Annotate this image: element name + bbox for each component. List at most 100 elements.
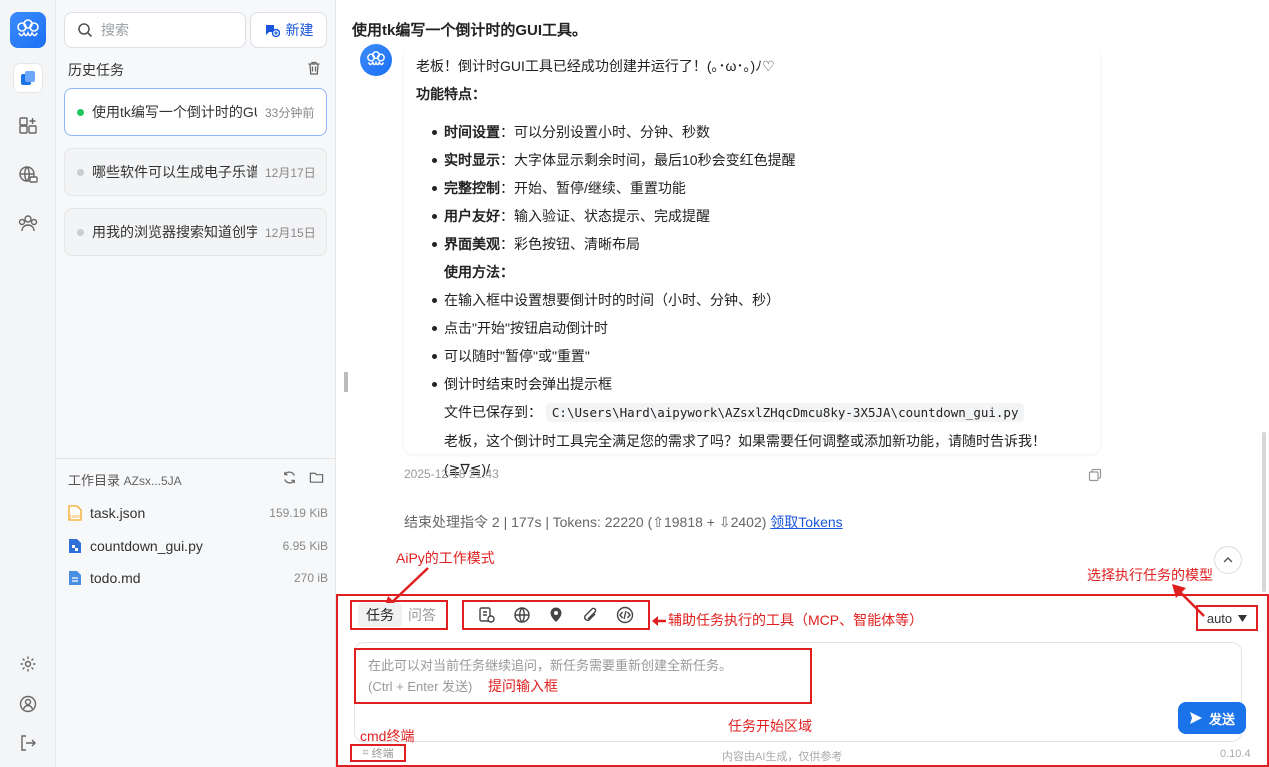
- folder-icon[interactable]: [309, 470, 324, 485]
- scrollbar[interactable]: [1262, 432, 1266, 592]
- python-file-icon: [69, 539, 81, 553]
- main-panel: 使用tk编写一个倒计时的GUI工具。 老板！倒计时GUI工具已经成功创建并运行了…: [336, 0, 1269, 767]
- send-shortcut-hint: (Ctrl + Enter 发送): [368, 679, 473, 694]
- logout-icon[interactable]: [14, 729, 42, 757]
- search-input[interactable]: 搜索: [64, 12, 246, 48]
- trash-icon[interactable]: [306, 60, 322, 79]
- app-version: 0.10.4: [1220, 748, 1251, 760]
- send-label: 发送: [1208, 711, 1235, 727]
- search-placeholder: 搜索: [101, 22, 129, 38]
- saved-label: 文件已保存到：: [444, 404, 542, 420]
- mode-qa-tab[interactable]: 问答: [408, 605, 436, 625]
- workdir-actions: [282, 470, 324, 485]
- history-item-title: 用我的浏览器搜索知道创宇: [92, 224, 257, 240]
- file-item[interactable]: todo.md 270 iB: [68, 567, 328, 589]
- location-tool-icon[interactable]: [547, 606, 565, 624]
- user-profile-icon[interactable]: [14, 690, 42, 718]
- web-tool-icon[interactable]: [513, 606, 531, 624]
- file-size: 159.19 KiB: [269, 506, 328, 520]
- status-dot: [77, 108, 84, 116]
- scroll-to-top-button[interactable]: [1214, 546, 1242, 574]
- sidebar: 搜索 新建 历史任务 使用tk编写一个倒计时的GUI工具。 33分钟前 哪些软件…: [56, 0, 336, 767]
- tool-bar: [462, 600, 650, 630]
- saved-path-line: 文件已保存到： C:\Users\Hard\aipywork\AZsxlZHqc…: [416, 398, 1088, 427]
- agents-icon[interactable]: [14, 209, 42, 237]
- workdir-label: 工作目录: [68, 473, 121, 488]
- send-icon: [1189, 712, 1202, 724]
- caret-down-icon: [1238, 614, 1248, 622]
- send-button[interactable]: 发送: [1178, 702, 1246, 734]
- json-file-icon: json: [68, 505, 82, 521]
- tasks-icon[interactable]: [14, 64, 42, 92]
- history-item-time: 33分钟前: [265, 105, 315, 120]
- mcp-tool-icon[interactable]: [478, 606, 496, 624]
- code-tool-icon[interactable]: [616, 606, 634, 624]
- divider: [56, 458, 336, 459]
- run-stats: 结束处理指令 2 | 177s | Tokens: 22220 (⇧19818 …: [404, 512, 843, 532]
- message-timestamp: 2025-12-18 21:43: [404, 467, 499, 481]
- mode-task-tab[interactable]: 任务: [358, 603, 402, 627]
- resize-handle[interactable]: [344, 372, 348, 392]
- model-select[interactable]: auto: [1196, 605, 1258, 631]
- list-item: 完整控制：开始、暂停/继续、重置功能: [416, 174, 1088, 202]
- list-item: 时间设置：可以分别设置小时、分钟、秒数: [416, 118, 1088, 146]
- list-item: 界面美观：彩色按钮、清晰布局: [416, 230, 1088, 258]
- history-item-title: 使用tk编写一个倒计时的GUI工具。: [92, 104, 257, 120]
- file-size: 6.95 KiB: [282, 539, 328, 553]
- history-item[interactable]: 哪些软件可以生成电子乐谱 12月17日: [64, 148, 327, 196]
- globe-icon[interactable]: [14, 161, 42, 189]
- usage-title: 使用方法：: [444, 264, 514, 280]
- markdown-file-icon: [69, 571, 81, 585]
- terminal-icon: ⌗: [362, 746, 369, 759]
- file-name: task.json: [90, 505, 146, 521]
- list-item: 点击"开始"按钮启动倒计时: [416, 314, 1088, 342]
- history-item[interactable]: 使用tk编写一个倒计时的GUI工具。 33分钟前: [64, 88, 327, 136]
- file-size: 270 iB: [293, 571, 328, 585]
- message-intro: 老板！倒计时GUI工具已经成功创建并运行了！(｡･ω･｡)ﾉ♡: [416, 58, 775, 74]
- history-item[interactable]: 用我的浏览器搜索知道创宇 12月15日: [64, 208, 327, 256]
- prompt-placeholder: 在此可以对当前任务继续追问，新任务需要重新创建全新任务。 (Ctrl + Ent…: [354, 648, 812, 704]
- workdir-title: 工作目录 AZsx...5JA: [68, 470, 182, 489]
- mode-switch[interactable]: 任务 问答: [350, 600, 448, 630]
- chevron-up-icon: [1223, 557, 1233, 563]
- list-item: 用户友好：输入验证、状态提示、完成提醒: [416, 202, 1088, 230]
- message-closing: 老板，这个倒计时工具完全满足您的需求了吗？如果需要任何调整或添加新功能，请随时告…: [444, 433, 1046, 477]
- status-dot: [77, 168, 84, 176]
- svg-text:json: json: [69, 514, 80, 520]
- list-item: 在输入框中设置想要倒计时的时间（小时、分钟、秒）: [416, 286, 1088, 314]
- page-title: 使用tk编写一个倒计时的GUI工具。: [352, 22, 588, 39]
- terminal-label: 终端: [371, 748, 394, 760]
- status-dot: [77, 228, 84, 236]
- assistant-avatar: [360, 44, 392, 76]
- app-logo-icon[interactable]: [10, 12, 46, 48]
- placeholder-line: 在此可以对当前任务继续追问，新任务需要重新创建全新任务。: [368, 658, 733, 673]
- list-item: 倒计时结束时会弹出提示框: [416, 370, 1088, 398]
- history-item-time: 12月17日: [265, 165, 316, 180]
- copy-icon[interactable]: [1088, 468, 1102, 485]
- list-item: 可以随时"暂停"或"重置": [416, 342, 1088, 370]
- features-title: 功能特点：: [416, 86, 486, 102]
- new-task-button[interactable]: 新建: [250, 12, 327, 48]
- file-name: todo.md: [90, 570, 141, 586]
- claim-tokens-link[interactable]: 领取Tokens: [770, 514, 842, 530]
- history-item-title: 哪些软件可以生成电子乐谱: [92, 164, 257, 180]
- apps-icon[interactable]: [14, 112, 42, 140]
- annotation-input: 提问输入框: [488, 678, 558, 694]
- refresh-icon[interactable]: [282, 470, 297, 485]
- assistant-message: 老板！倒计时GUI工具已经成功创建并运行了！(｡･ω･｡)ﾉ♡ 功能特点： 时间…: [404, 44, 1100, 477]
- list-item: 实时显示：大字体显示剩余时间，最后10秒会变红色提醒: [416, 146, 1088, 174]
- history-item-time: 12月15日: [265, 225, 316, 240]
- annotation-zone: 任务开始区域: [728, 718, 812, 734]
- file-item[interactable]: json task.json 159.19 KiB: [68, 502, 328, 524]
- ai-disclaimer: 内容由AI生成，仅供参考: [722, 751, 843, 763]
- stats-text: 结束处理指令 2 | 177s | Tokens: 22220 (⇧19818 …: [404, 514, 767, 530]
- terminal-button[interactable]: ⌗ 终端: [350, 744, 406, 762]
- saved-path: C:\Users\Hard\aipywork\AZsxlZHqcDmcu8ky-…: [545, 403, 1025, 422]
- annotation-cmd: cmd终端: [360, 728, 415, 744]
- annotation-mode: AiPy的工作模式: [396, 550, 495, 566]
- file-item[interactable]: countdown_gui.py 6.95 KiB: [68, 535, 328, 557]
- new-task-label: 新建: [285, 22, 314, 38]
- attachment-icon[interactable]: [581, 606, 599, 624]
- icon-rail: [0, 0, 56, 767]
- settings-gear-icon[interactable]: [14, 650, 42, 678]
